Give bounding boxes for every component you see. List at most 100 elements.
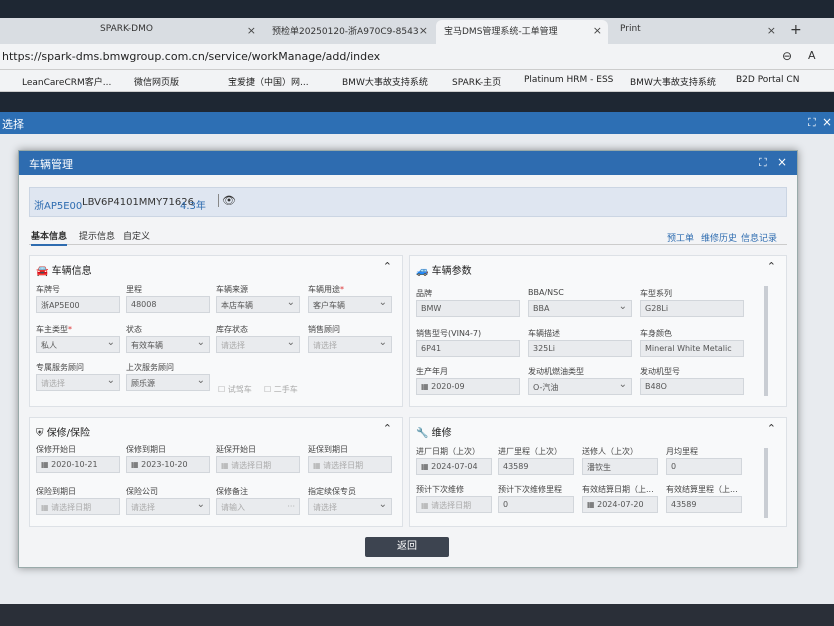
bookmark-item[interactable]: 宝爱捷（中国）网... [228, 75, 309, 88]
bookmark-item[interactable]: LeanCareCRM客户... [22, 75, 111, 88]
bookmark-item[interactable]: Platinum HRM - ESS [524, 75, 613, 85]
field-label: 销售顾问 [308, 325, 340, 334]
panel-title: 🔧 维修 [416, 428, 452, 439]
sales-consultant-select[interactable]: 请选择 [308, 336, 392, 353]
production-date-field[interactable]: ▦ 2020-09 [416, 378, 520, 395]
browser-tab-precheck[interactable]: 预检单20250120-浙A970C9-8543 × [264, 20, 434, 44]
warranty-note-input[interactable]: 请输入 ··· [216, 498, 300, 515]
maximize-icon[interactable]: ⛶ [808, 116, 816, 130]
vehicle-management-dialog: 车辆管理 ⛶ × 浙AP5E00 LBV6P4101MMY71626 4.3年 … [18, 150, 798, 568]
collapse-chevron-icon[interactable]: ⌃ [383, 422, 392, 435]
next-service-mileage[interactable]: 0 [498, 496, 574, 513]
last-settlement-mileage[interactable]: 43589 [666, 496, 742, 513]
series-field[interactable]: G28Li [640, 300, 744, 317]
browser-tab-dms[interactable]: 宝马DMS管理系统-工单管理 × [436, 20, 608, 44]
stock-status-select[interactable]: 请选择 [216, 336, 300, 353]
more-icon[interactable]: ··· [287, 502, 295, 511]
collapse-chevron-icon[interactable]: ⌃ [767, 422, 776, 435]
back-button[interactable]: 返回 [365, 537, 449, 557]
zoom-icon[interactable]: ⊖ [782, 49, 792, 63]
vehicle-use-select[interactable]: 客户车辆 [308, 296, 392, 313]
repair-history-link[interactable]: 维修历史 [701, 231, 737, 244]
pre-work-order-link[interactable]: 预工单 [667, 231, 694, 244]
warranty-end-date[interactable]: ▦ 2023-10-20 [126, 456, 210, 473]
bookmarks-bar: LeanCareCRM客户... 微信网页版 宝爱捷（中国）网... BMW大事… [0, 70, 834, 92]
field-label: 车辆来源 [216, 285, 248, 294]
tab-custom[interactable]: 自定义 [123, 229, 150, 242]
bookmark-item[interactable]: SPARK-主页 [452, 75, 501, 88]
test-drive-checkbox[interactable]: ☐ 试驾车 [218, 384, 252, 395]
close-icon[interactable]: × [767, 24, 776, 37]
plate-field[interactable]: 浙AP5E00 [36, 296, 120, 313]
close-icon[interactable]: × [419, 24, 428, 37]
calendar-icon: ▦ [221, 461, 232, 470]
bookmark-item[interactable]: BMW大事故支持系统 [630, 75, 716, 88]
field-label: 预计下次维修 [416, 485, 464, 494]
last-service-advisor-select[interactable]: 顾乐源 [126, 374, 210, 391]
last-visit-mileage[interactable]: 43589 [498, 458, 574, 475]
insurance-end-date[interactable]: ▦ 请选择日期 [36, 498, 120, 515]
body-color-field[interactable]: Mineral White Metalic [640, 340, 744, 357]
scrollbar[interactable] [764, 286, 768, 396]
eye-icon[interactable]: 👁 [218, 194, 236, 207]
tab-title: 预检单20250120-浙A970C9-8543 [272, 27, 419, 37]
vehicle-desc-field[interactable]: 325Li [528, 340, 632, 357]
browser-tab-bar: SPARK-DMO × 预检单20250120-浙A970C9-8543 × 宝… [0, 18, 834, 44]
warranty-start-date[interactable]: ▦ 2020-10-21 [36, 456, 120, 473]
status-select[interactable]: 有效车辆 [126, 336, 210, 353]
insurance-company-select[interactable]: 请选择 [126, 498, 210, 515]
read-aloud-icon[interactable]: A [808, 49, 816, 62]
engine-model-field[interactable]: B48O [640, 378, 744, 395]
ext-warranty-end-date[interactable]: ▦ 请选择日期 [308, 456, 392, 473]
field-label: 库存状态 [216, 325, 248, 334]
tab-title: Print [620, 24, 641, 34]
vehicle-params-panel: 🚙 车辆参数 ⌃ 品牌 BMW BBA/NSC BBA 车型系列 G28Li 销… [409, 255, 787, 407]
brand-field[interactable]: BMW [416, 300, 520, 317]
last-visit-date[interactable]: ▦ 2024-07-04 [416, 458, 492, 475]
bba-nsc-select[interactable]: BBA [528, 300, 632, 317]
field-label: 保修到期日 [126, 445, 166, 454]
maximize-icon[interactable]: ⛶ [759, 156, 767, 170]
browser-tab-spark[interactable]: SPARK-DMO × [92, 20, 262, 44]
field-label: 送修人（上次） [582, 447, 638, 456]
tab-basic-info[interactable]: 基本信息 [31, 229, 68, 246]
new-tab-icon[interactable]: + [790, 22, 802, 38]
scrollbar[interactable] [764, 448, 768, 518]
collapse-chevron-icon[interactable]: ⌃ [383, 260, 392, 273]
next-service-date[interactable]: ▦ 请选择日期 [416, 496, 492, 513]
browser-tab-print[interactable]: Print × [612, 20, 782, 44]
renewal-agent-select[interactable]: 请选择 [308, 498, 392, 515]
close-icon[interactable]: × [822, 115, 832, 129]
warranty-panel: ⛨ 保修/保险 ⌃ 保修开始日 ▦ 2020-10-21 保修到期日 ▦ 202… [29, 417, 403, 527]
field-label: 状态 [126, 325, 142, 334]
bookmark-item[interactable]: BMW大事故支持系统 [342, 75, 428, 88]
last-sender-field[interactable]: 潘钦生 [582, 458, 658, 475]
calendar-icon: ▦ [587, 500, 598, 509]
calendar-icon: ▦ [131, 460, 142, 469]
service-advisor-select[interactable]: 请选择 [36, 374, 120, 391]
ext-warranty-start-date[interactable]: ▦ 请选择日期 [216, 456, 300, 473]
fuel-type-select[interactable]: O-汽油 [528, 378, 632, 395]
collapse-chevron-icon[interactable]: ⌃ [767, 260, 776, 273]
close-icon[interactable]: × [247, 24, 256, 37]
mileage-field[interactable]: 48008 [126, 296, 210, 313]
address-bar[interactable]: https://spark-dms.bmwgroup.com.cn/servic… [0, 44, 834, 70]
used-car-checkbox[interactable]: ☐ 二手车 [264, 384, 298, 395]
field-label: 车辆描述 [528, 329, 560, 338]
close-icon[interactable]: × [777, 155, 787, 169]
wrench-icon: 🔧 [416, 428, 429, 439]
close-icon[interactable]: × [593, 24, 602, 37]
last-settlement-date[interactable]: ▦ 2024-07-20 [582, 496, 658, 513]
bookmark-item[interactable]: B2D Portal CN [736, 75, 799, 85]
bookmark-item[interactable]: 微信网页版 [134, 75, 179, 88]
outer-modal-title: 选择 [2, 118, 24, 131]
calendar-icon: ▦ [41, 460, 52, 469]
monthly-mileage-field[interactable]: 0 [666, 458, 742, 475]
info-records-link[interactable]: 信息记录 [741, 231, 777, 244]
calendar-icon: ▦ [421, 382, 432, 391]
tab-hints[interactable]: 提示信息 [79, 229, 115, 242]
sales-model-field[interactable]: 6P41 [416, 340, 520, 357]
field-label: 发动机燃油类型 [528, 367, 584, 376]
owner-type-select[interactable]: 私人 [36, 336, 120, 353]
vehicle-source-select[interactable]: 本店车辆 [216, 296, 300, 313]
